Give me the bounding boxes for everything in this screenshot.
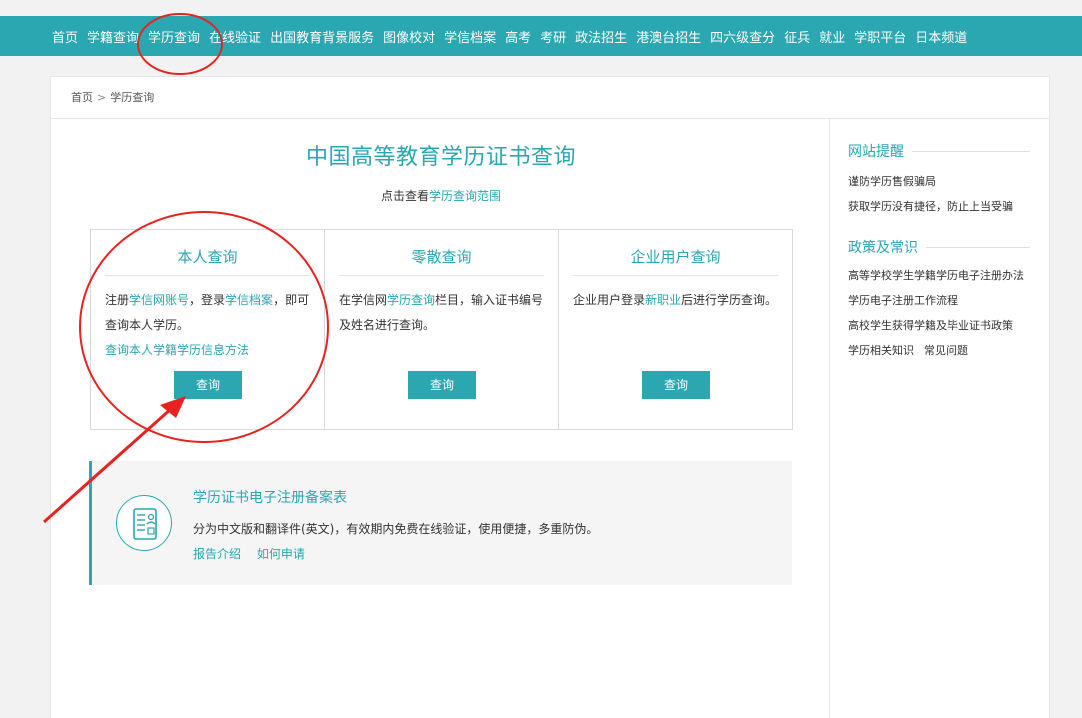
nav-kaoyan[interactable]: 考研	[540, 27, 566, 46]
breadcrumb-current: 学历查询	[110, 91, 155, 104]
page-title: 中国高等教育学历证书查询	[305, 145, 576, 170]
nav-career-platform[interactable]: 学职平台	[854, 27, 906, 46]
self-query-text: 注册学信网账号，登录学信档案，即可查询本人学历。 查询本人学籍学历信息方法	[105, 288, 315, 363]
policy-item[interactable]: 高等学校学生学籍学历电子注册办法	[848, 267, 1032, 285]
new-career-link[interactable]: 新职业	[645, 293, 681, 307]
certificate-icon	[116, 495, 172, 551]
knowledge-link[interactable]: 学历相关知识	[848, 344, 914, 357]
notice-heading: 网站提醒	[848, 141, 1030, 161]
registration-links: 报告介绍 如何申请	[193, 545, 317, 562]
nav-employment[interactable]: 就业	[819, 27, 845, 46]
right-sidebar: 网站提醒 谨防学历售假骗局 获取学历没有捷径，防止上当受骗 政策及常识 高等学校…	[829, 119, 1049, 718]
text-fragment: 在学信网	[339, 293, 388, 307]
nav-chsi-archive[interactable]: 学信档案	[444, 27, 496, 46]
notice-heading-text: 网站提醒	[848, 144, 904, 160]
notice-item[interactable]: 谨防学历售假骗局	[848, 173, 1032, 191]
nav-degree-query[interactable]: 学历查询	[148, 27, 200, 46]
policy-list: 高等学校学生学籍学历电子注册办法 学历电子注册工作流程 高校学生获得学籍及毕业证…	[848, 267, 1032, 367]
nav-cet-score[interactable]: 四六级查分	[710, 27, 775, 46]
nav-home[interactable]: 首页	[52, 27, 78, 46]
notice-list: 谨防学历售假骗局 获取学历没有捷径，防止上当受骗	[848, 173, 1032, 223]
heading-divider	[912, 150, 1030, 152]
query-options: 本人查询 注册学信网账号，登录学信档案，即可查询本人学历。 查询本人学籍学历信息…	[90, 229, 793, 430]
subtitle-text: 点击查看	[380, 189, 429, 203]
policy-heading-text: 政策及常识	[848, 240, 918, 256]
nav-military[interactable]: 征兵	[784, 27, 810, 46]
nav-japan-channel[interactable]: 日本频道	[915, 27, 967, 46]
self-query-method-link[interactable]: 查询本人学籍学历信息方法	[105, 343, 249, 357]
self-query-box: 本人查询 注册学信网账号，登录学信档案，即可查询本人学历。 查询本人学籍学历信息…	[91, 230, 325, 429]
enterprise-query-box: 企业用户查询 企业用户登录新职业后进行学历查询。 查询	[559, 230, 792, 429]
certificate-icon-svg	[133, 508, 157, 540]
how-to-apply-link[interactable]: 如何申请	[257, 547, 305, 561]
single-query-box: 零散查询 在学信网学历查询栏目，输入证书编号及姓名进行查询。 查询	[325, 230, 559, 429]
top-nav: 首页 学籍查询 学历查询 在线验证 出国教育背景服务 图像校对 学信档案 高考 …	[0, 16, 1082, 56]
policy-item[interactable]: 学历电子注册工作流程	[848, 292, 1032, 310]
policy-item[interactable]: 高校学生获得学籍及毕业证书政策	[848, 317, 1032, 335]
heading-divider	[926, 246, 1030, 248]
text-fragment: 后进行学历查询。	[681, 293, 778, 307]
nav-student-status[interactable]: 学籍查询	[87, 27, 139, 46]
self-query-button[interactable]: 查询	[174, 371, 242, 399]
nav-hmt-enroll[interactable]: 港澳台招生	[636, 27, 701, 46]
notice-item[interactable]: 获取学历没有捷径，防止上当受骗	[848, 198, 1032, 216]
breadcrumb: 首页 > 学历查询	[51, 77, 1049, 119]
single-query-text: 在学信网学历查询栏目，输入证书编号及姓名进行查询。	[339, 288, 549, 338]
chsi-archive-link[interactable]: 学信档案	[225, 293, 273, 307]
nav-gaokao[interactable]: 高考	[505, 27, 531, 46]
self-query-title: 本人查询	[105, 246, 310, 276]
report-intro-link[interactable]: 报告介绍	[193, 547, 241, 561]
enterprise-query-title: 企业用户查询	[573, 246, 778, 276]
text-fragment: 注册	[105, 293, 130, 307]
page-subtitle: 点击查看学历查询范围	[91, 187, 791, 204]
faq-link[interactable]: 常见问题	[924, 344, 968, 357]
chsi-account-link[interactable]: 学信网账号	[129, 293, 189, 307]
registration-description: 分为中文版和翻译件(英文)，有效期内免费在线验证，使用便捷，多重防伪。	[193, 522, 599, 536]
breadcrumb-separator: >	[97, 91, 107, 104]
nav-abroad-service[interactable]: 出国教育背景服务	[270, 27, 374, 46]
single-query-button[interactable]: 查询	[408, 371, 476, 399]
main-card: 首页 > 学历查询 中国高等教育学历证书查询 点击查看学历查询范围 本人查询 注册学…	[50, 76, 1050, 718]
breadcrumb-home[interactable]: 首页	[71, 91, 93, 104]
nav-online-verify[interactable]: 在线验证	[209, 27, 261, 46]
nav-image-check[interactable]: 图像校对	[383, 27, 435, 46]
policy-item-row: 学历相关知识 常见问题	[848, 342, 1032, 360]
text-fragment: ，登录	[189, 293, 226, 307]
text-fragment: 企业用户登录	[573, 293, 646, 307]
enterprise-query-button[interactable]: 查询	[642, 371, 710, 399]
nav-law-enroll[interactable]: 政法招生	[575, 27, 627, 46]
registration-title[interactable]: 学历证书电子注册备案表	[193, 487, 347, 507]
single-query-title: 零散查询	[339, 246, 544, 276]
policy-heading: 政策及常识	[848, 237, 1030, 257]
registration-panel: 学历证书电子注册备案表 分为中文版和翻译件(英文)，有效期内免费在线验证，使用便…	[89, 461, 792, 585]
query-scope-link[interactable]: 学历查询范围	[429, 189, 501, 203]
degree-query-link[interactable]: 学历查询	[387, 293, 435, 307]
enterprise-query-text: 企业用户登录新职业后进行学历查询。	[573, 288, 783, 313]
